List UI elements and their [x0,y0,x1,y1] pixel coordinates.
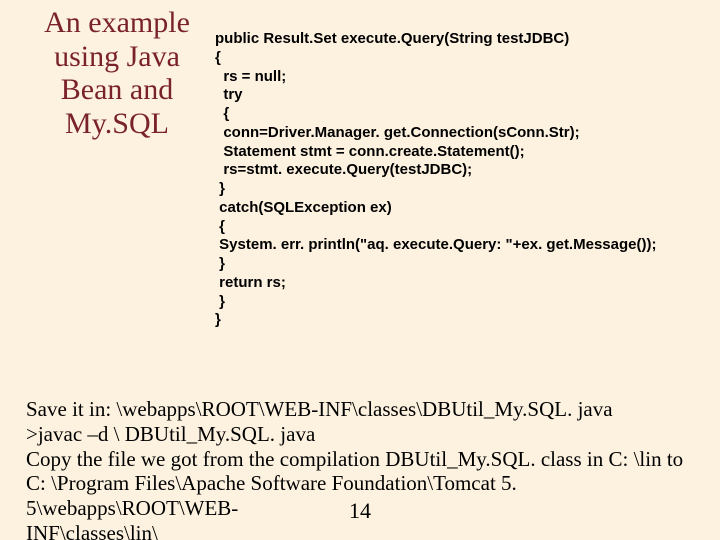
code-line: } [215,255,225,272]
code-line: { [215,105,229,122]
code-block: public Result.Set execute.Query(String t… [215,30,656,330]
code-line: } [215,180,225,197]
code-line: public Result.Set execute.Query(String t… [215,30,569,47]
code-line: return rs; [215,274,286,291]
code-line: Statement stmt = conn.create.Statement()… [215,143,525,160]
code-line: conn=Driver.Manager. get.Connection(sCon… [215,124,580,141]
instr-line: Save it in: \webapps\ROOT\WEB-INF\classe… [26,397,613,421]
slide-title: An example using Java Bean and My.SQL [33,6,201,140]
code-line: } [215,293,225,310]
slide: An example using Java Bean and My.SQL pu… [0,0,720,540]
code-line: { [215,49,221,66]
code-line: catch(SQLException ex) [215,199,392,216]
code-line: rs = null; [215,68,286,85]
instr-line: >javac –d \ DBUtil_My.SQL. java [26,422,315,446]
page-number: 14 [0,498,720,524]
instr-line: Copy the file we got from the compilatio… [26,447,683,471]
code-line: { [215,218,225,235]
code-line: } [215,311,221,328]
code-line: System. err. println("aq. execute.Query:… [215,236,656,253]
code-line: rs=stmt. execute.Query(testJDBC); [215,161,472,178]
code-line: try [215,86,243,103]
